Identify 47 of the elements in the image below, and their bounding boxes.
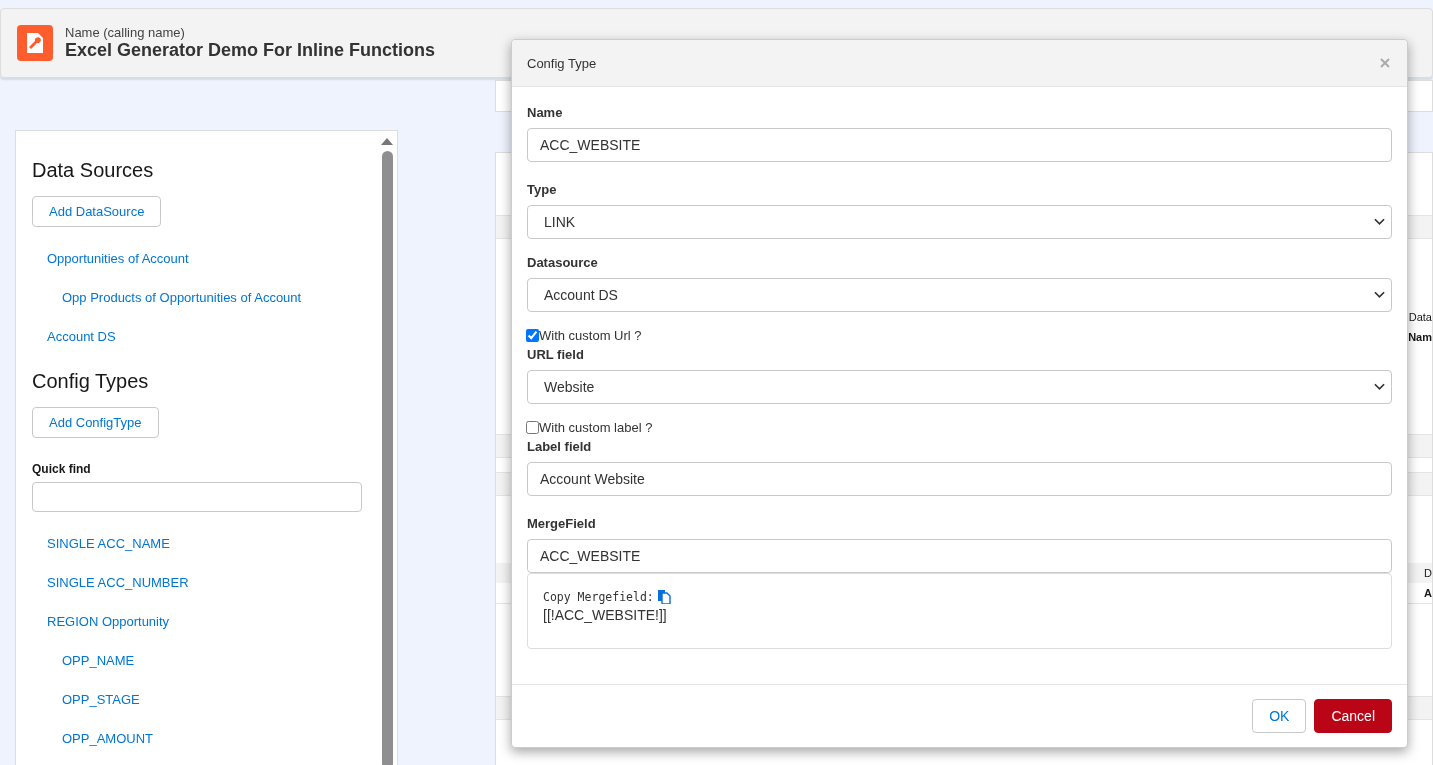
select-field[interactable]: Website xyxy=(527,370,1392,404)
mergefield-value: [[!ACC_WEBSITE!]] xyxy=(543,607,667,623)
tree-link[interactable]: Account DS xyxy=(47,317,116,356)
tree-link[interactable]: SINGLE ACC_NAME xyxy=(47,524,170,563)
header-title: Excel Generator Demo For Inline Functions xyxy=(65,40,436,61)
select-field[interactable]: Account DS xyxy=(527,278,1392,312)
header-subtitle: Name (calling name) xyxy=(65,25,186,40)
section-heading: Config Types xyxy=(32,370,149,393)
chevron-down-icon xyxy=(1374,218,1385,226)
field-label: Datasource xyxy=(527,255,599,270)
dialog-title: Config Type xyxy=(527,55,597,71)
add-button[interactable]: Add ConfigType xyxy=(32,407,159,438)
copy-icon[interactable] xyxy=(657,590,671,604)
chevron-down-icon xyxy=(1374,383,1385,391)
tree-link[interactable]: SINGLE ACC_NUMBER xyxy=(47,563,189,602)
field-label: MergeField xyxy=(527,516,597,531)
section-heading: Data Sources xyxy=(32,159,154,182)
scroll-up-icon[interactable] xyxy=(381,137,393,145)
checkbox[interactable] xyxy=(526,421,539,434)
checkbox[interactable] xyxy=(526,329,539,342)
tree-link[interactable]: OPP_STAGE xyxy=(62,680,140,719)
text-field[interactable]: ACC_WEBSITE xyxy=(527,128,1392,162)
quick-find-field[interactable] xyxy=(32,482,362,512)
select-field[interactable]: LINK xyxy=(527,205,1392,239)
column-heading: Data xyxy=(1408,310,1432,325)
tree-link[interactable]: OPP_AMOUNT xyxy=(62,719,153,758)
field-label: URL field xyxy=(527,347,585,362)
wrench-document-icon xyxy=(17,25,53,61)
chevron-down-icon xyxy=(1374,291,1385,299)
text-field[interactable]: ACC_WEBSITE xyxy=(527,539,1392,573)
tree-link[interactable]: Opp Products of Opportunities of Account xyxy=(62,278,302,317)
cancel-button[interactable]: Cancel xyxy=(1314,699,1392,733)
ok-button[interactable]: OK xyxy=(1252,699,1307,733)
field-label: Quick find xyxy=(32,462,91,476)
field-label: Name xyxy=(527,105,564,120)
add-button[interactable]: Add DataSource xyxy=(32,196,162,227)
tree-link[interactable]: OPP_NAME xyxy=(62,641,135,680)
copy-label: Copy Mergefield: xyxy=(543,590,654,604)
checkbox-label: With custom Url ? xyxy=(539,328,642,343)
field-label: Label field xyxy=(527,439,593,454)
tree-link[interactable]: REGION Opportunity xyxy=(47,602,170,641)
checkbox-label: With custom label ? xyxy=(539,420,653,435)
scrollbar-thumb[interactable] xyxy=(381,151,393,765)
text-field[interactable]: Account Website xyxy=(527,462,1392,496)
column-heading: Nam xyxy=(1408,330,1432,345)
field-label: Type xyxy=(527,182,558,197)
tree-link[interactable]: Opportunities of Account xyxy=(47,239,189,278)
